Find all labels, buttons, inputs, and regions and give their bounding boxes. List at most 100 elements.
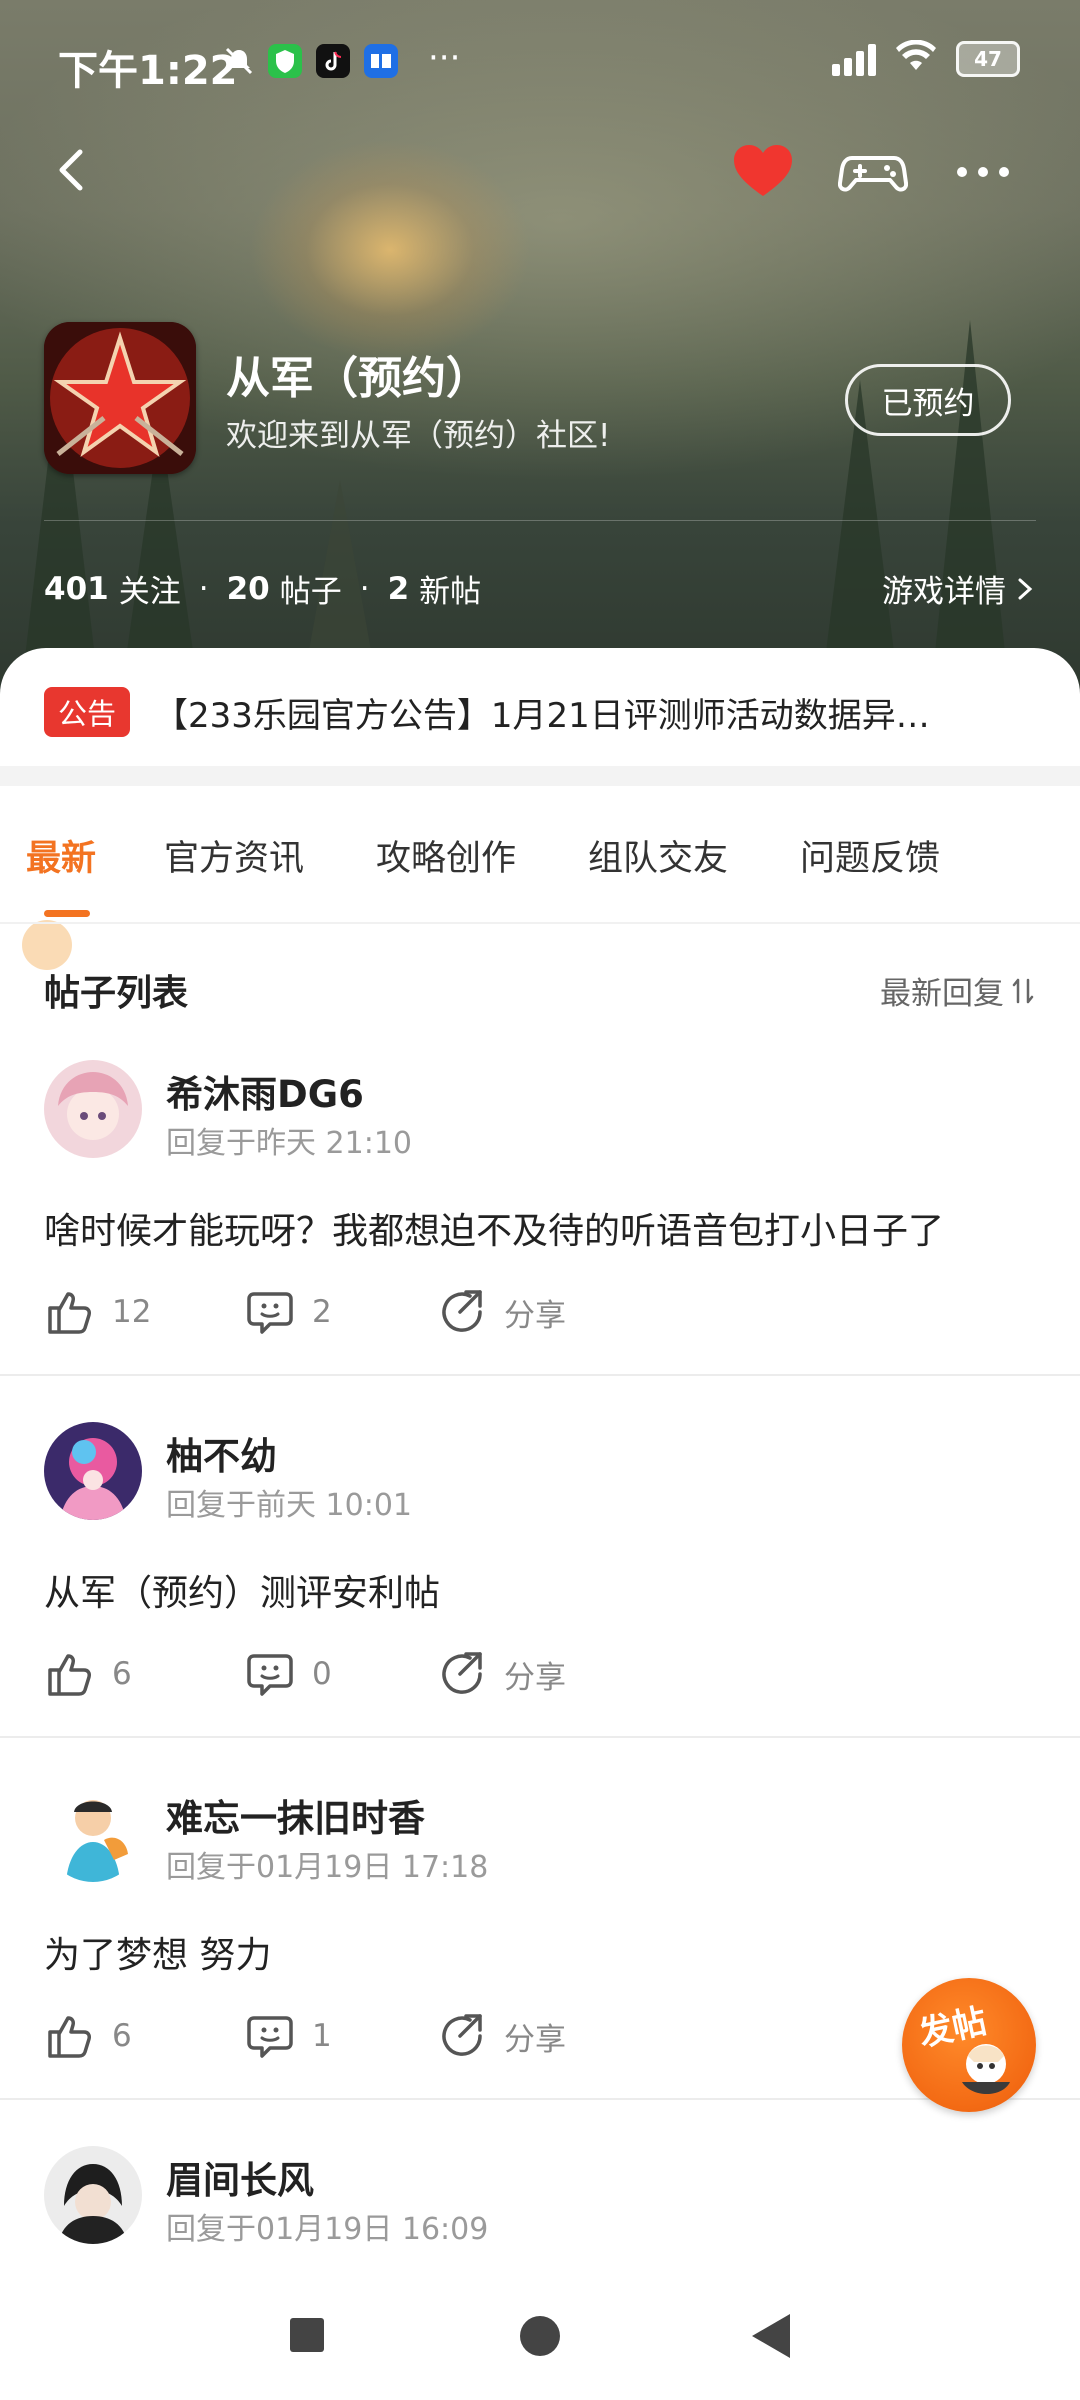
new-posts-label: 新帖 [419,574,482,610]
comment-count: 0 [312,1656,332,1692]
back-button[interactable] [44,140,104,200]
share-button[interactable]: 分享 [436,1648,566,1700]
game-subtitle: 欢迎来到从军（预约）社区! [226,418,611,454]
post-author[interactable]: 希沐雨DG6 [166,1064,364,1118]
comment-icon [247,2016,293,2058]
new-post-button[interactable]: 发帖 [902,1978,1036,2112]
comment-count: 1 [312,2018,332,2054]
post-content[interactable]: 啥时候才能玩呀？我都想迫不及待的听语音包打小日子了 [44,1202,944,1254]
community-stats: 401 关注 · 20 帖子 · 2 新帖 [44,566,481,611]
post-list-title: 帖子列表 [44,973,189,1014]
gamepad-icon [837,156,909,192]
followers-label: 关注 [118,574,181,610]
battery-icon: 47 [956,41,1020,77]
home-button[interactable] [520,2316,560,2356]
zhihu-app-icon [364,44,398,78]
new-posts-count: 2 [387,570,410,607]
post-reply-time: 回复于昨天 21:10 [166,1126,412,1161]
announcement-text: 【233乐园官方公告】1月21日评测师活动数据异… [154,695,930,736]
favorite-button[interactable] [728,136,798,206]
like-button[interactable]: 12 [44,1286,151,1338]
tab-official-news[interactable]: 官方资讯 [164,830,304,881]
recent-apps-button[interactable] [290,2318,324,2352]
section-gap [0,766,1080,786]
like-button[interactable]: 6 [44,2010,132,2062]
stats-separator: · [198,570,209,607]
tab-strategy[interactable]: 攻略创作 [376,830,516,881]
post-content[interactable]: 从军（预约）测评安利帖 [44,1564,440,1616]
battery-level: 47 [974,47,1002,71]
active-tab-indicator [44,910,90,917]
more-button[interactable] [948,136,1018,206]
comment-icon [247,1292,293,1334]
post-author[interactable]: 柚不幼 [166,1426,277,1480]
gamepad-button[interactable] [837,136,909,206]
post-item[interactable]: 柚不幼 回复于前天 10:01 从军（预约）测评安利帖 6 0 分享 [0,1422,1080,1722]
post-item[interactable]: 眉间长风 回复于01月19日 16:09 [0,2146,1080,2266]
announcement-badge: 公告 [44,687,131,737]
status-time: 下午1:22 [58,48,238,94]
game-detail-link[interactable]: 游戏详情 [882,566,1036,611]
announcement-bar[interactable]: 公告 【233乐园官方公告】1月21日评测师活动数据异… [44,684,1044,740]
game-title: 从军（预约） [226,353,490,404]
post-content[interactable]: 为了梦想 努力 [44,1926,271,1978]
posts-label: 帖子 [279,574,342,610]
avatar[interactable] [44,1060,142,1158]
share-icon [442,2014,482,2056]
avatar[interactable] [44,1784,142,1882]
comment-button[interactable]: 2 [244,1286,332,1338]
comment-icon [247,1654,293,1696]
thumbs-up-icon [48,1654,91,1696]
like-count: 6 [112,2018,132,2054]
like-count: 6 [112,1656,132,1692]
stats-separator: · [359,570,370,607]
thumbs-up-icon [48,2016,91,2058]
comment-button[interactable]: 1 [244,2010,332,2062]
avatar[interactable] [44,2146,142,2244]
back-arrow-icon [59,149,83,191]
share-label: 分享 [504,1297,566,1334]
tab-bar: 最新 官方资讯 攻略创作 组队交友 问题反馈 [0,786,1080,970]
post-item[interactable]: 希沐雨DG6 回复于昨天 21:10 啥时候才能玩呀？我都想迫不及待的听语音包打… [0,1060,1080,1360]
tab-feedback[interactable]: 问题反馈 [800,830,940,881]
game-detail-label: 游戏详情 [882,574,1006,610]
like-count: 12 [112,1294,152,1330]
like-button[interactable]: 6 [44,1648,132,1700]
post-author[interactable]: 眉间长风 [166,2150,314,2204]
sort-label: 最新回复 [880,976,1004,1012]
nav-back-button[interactable] [752,2314,790,2358]
tab-latest[interactable]: 最新 [26,830,96,881]
share-button[interactable]: 分享 [436,2010,566,2062]
comment-button[interactable]: 0 [244,1648,332,1700]
wifi-icon [894,39,938,78]
shield-app-icon [268,44,302,78]
sort-button[interactable]: 最新回复 [880,968,1036,1013]
reserved-button[interactable]: 已预约 [845,364,1011,436]
post-reply-time: 回复于01月19日 16:09 [166,2212,489,2247]
followers-count: 401 [44,570,109,607]
game-logo[interactable] [44,322,196,474]
tiktok-app-icon [316,44,350,78]
top-bar [0,120,1080,220]
thumbs-up-icon [48,1292,91,1334]
share-icon [442,1652,482,1694]
chevron-right-icon [1018,578,1033,599]
share-icon [442,1290,482,1332]
post-divider [0,1736,1080,1738]
more-icon [957,167,1009,177]
post-actions: 12 2 分享 [44,1286,744,1346]
signal-icon [832,42,876,76]
post-actions: 6 0 分享 [44,1648,744,1708]
post-reply-time: 回复于前天 10:01 [166,1488,412,1523]
comment-count: 2 [312,1294,332,1330]
tabs-divider [0,922,1080,924]
sort-icon [1012,978,1034,1003]
red-star-logo-icon [44,322,196,474]
mute-icon [222,44,256,78]
tab-team-up[interactable]: 组队交友 [588,830,728,881]
share-button[interactable]: 分享 [436,1286,566,1338]
post-author[interactable]: 难忘一抹旧时香 [166,1788,425,1842]
floating-helper-icon[interactable] [22,920,72,970]
status-bar: 下午1:22 ··· 47 [0,0,1080,120]
avatar[interactable] [44,1422,142,1520]
